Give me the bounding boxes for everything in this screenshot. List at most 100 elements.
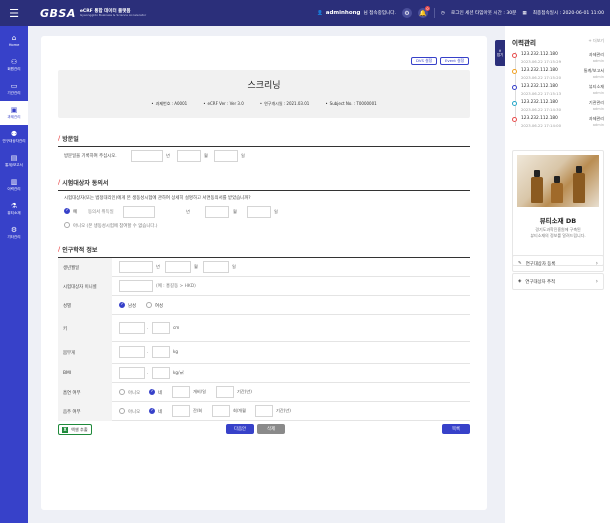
dot-icon	[512, 117, 517, 122]
nav-item-subjects[interactable]: ⚉ 연구대상자관리	[0, 125, 28, 149]
nav-item-members[interactable]: ⚇ 회원관리	[0, 53, 28, 77]
notification-count: 0	[424, 6, 430, 11]
drinking-yes-label: 네	[158, 410, 163, 415]
section-visit-title: / 방문일	[58, 135, 79, 143]
menu-toggle-button[interactable]: ☰	[0, 0, 28, 26]
dot-icon	[512, 85, 517, 90]
female-label: 여성	[155, 304, 164, 309]
nav-item-home[interactable]: ⌂ Home	[0, 29, 28, 53]
table-row: 시험대상자 이니셜 (예 : 홍길동 > HKD)	[58, 277, 470, 296]
nav-item-stats[interactable]: ▤ 통계/보고서	[0, 149, 28, 173]
visit-day-input[interactable]	[214, 150, 238, 162]
slash-icon: /	[58, 246, 61, 253]
visit-prompt: 방문일을 기록하여 주십시오.	[64, 154, 117, 159]
birth-month-input[interactable]	[165, 261, 191, 273]
bmi-int-input[interactable]	[119, 367, 145, 379]
chevron-right-icon: ›	[595, 278, 598, 285]
sex-male-radio[interactable]	[119, 302, 125, 308]
subject-tracking-link[interactable]: ◈ 연구대상자 추적 ›	[512, 273, 604, 290]
greeting-text: 님 접속중입니다.	[363, 11, 396, 16]
unit-year: 년	[166, 153, 170, 158]
height-int-input[interactable]	[119, 322, 145, 334]
history-item[interactable]: 123.232.112.180 2023.06.22 17:15:20 통계/보…	[512, 68, 604, 83]
spacer	[163, 206, 183, 218]
layers-icon: ◈	[518, 279, 522, 284]
birth-year-input[interactable]	[119, 261, 153, 273]
nav-item-institutions[interactable]: ▭ 기관관리	[0, 77, 28, 101]
drinking-yes-radio[interactable]	[149, 408, 155, 414]
save-button[interactable]: 다음안	[226, 424, 254, 434]
drinking-years-input[interactable]	[255, 405, 273, 417]
initial-label: 시험대상자 이니셜	[58, 277, 112, 296]
weight-int-input[interactable]	[119, 346, 145, 358]
nav-item-projects[interactable]: ▣ 과제관리	[0, 101, 28, 125]
history-icon: ▥	[10, 177, 18, 186]
consent-day-input[interactable]	[247, 206, 271, 218]
drinking-no-label: 아니오	[128, 410, 141, 415]
nav-item-history[interactable]: ▥ 이력관리	[0, 173, 28, 197]
divider	[433, 8, 435, 18]
subject-register-link[interactable]: ✎ 연구대상자 등록 ›	[512, 255, 604, 272]
birthdate-label: 생년월일	[58, 258, 112, 277]
unit-cm: cm	[173, 325, 180, 330]
visit-year-input[interactable]	[131, 150, 163, 162]
consent-month-input[interactable]	[205, 206, 229, 218]
consent-no-radio[interactable]	[64, 222, 70, 228]
history-item[interactable]: 123.232.112.180 2023.06.22 17:14:30 기관관리…	[512, 100, 604, 115]
settings-button[interactable]: ⚙	[401, 8, 412, 18]
username: adminhong	[325, 10, 361, 16]
divider	[58, 146, 470, 147]
dvs-settings-button[interactable]: DVS 설정	[411, 57, 438, 65]
smoking-no-radio[interactable]	[119, 389, 125, 395]
smoking-amount-input[interactable]	[172, 386, 190, 398]
smoking-years-input[interactable]	[216, 386, 234, 398]
promo-description: 경기도과학진흥원에 구축된 뷰티소재의 정보를 알려드립니다.	[530, 227, 586, 238]
drinking-label: 음주 여부	[58, 402, 112, 421]
history-item[interactable]: 123.232.112.180 2023.06.22 17:15:13 뷰티소재…	[512, 84, 604, 99]
weight-label: 몸무게	[58, 342, 112, 364]
hamburger-icon: ☰	[9, 6, 19, 20]
table-row: BMI . kg/㎡	[58, 364, 470, 383]
consent-date-label: 동의서 취득일	[88, 210, 114, 215]
birth-day-input[interactable]	[203, 261, 229, 273]
delete-button[interactable]: 삭제	[257, 424, 285, 434]
excel-export-button[interactable]: X 엑셀 추출	[58, 424, 92, 435]
panel-fold-button[interactable]: ✕ 접기	[495, 40, 505, 66]
beauty-db-card[interactable]: 뷰티소재 DB 경기도과학진흥원에 구축된 뷰티소재의 정보를 알려드립니다.	[512, 150, 604, 266]
visit-month-input[interactable]	[177, 150, 201, 162]
consent-yes-radio[interactable]	[64, 208, 70, 214]
decimal-point: .	[147, 349, 149, 354]
sex-label: 성별	[58, 296, 112, 315]
more-link[interactable]: + 더보기	[588, 38, 604, 44]
unit-years: 기간(년)	[237, 389, 252, 394]
event-settings-button[interactable]: Event 설정	[440, 57, 470, 65]
initial-input[interactable]	[119, 280, 153, 292]
drinking-no-radio[interactable]	[119, 408, 125, 414]
unit-cigs-per-day: 개비/일	[193, 389, 206, 394]
smoking-yes-radio[interactable]	[149, 389, 155, 395]
drinking-amount-input[interactable]	[172, 405, 190, 417]
consent-year-input[interactable]	[123, 206, 155, 218]
unit-times-month: 회/개월	[233, 408, 246, 413]
height-dec-input[interactable]	[152, 322, 170, 334]
list-button[interactable]: 목록	[442, 424, 470, 434]
consent-yes-label: 예	[73, 210, 78, 215]
folder-icon: ▣	[10, 105, 18, 114]
history-item[interactable]: 123.232.112.180 2023.06.22 17:14:00 과제관리…	[512, 116, 604, 131]
user-info[interactable]: 👤 adminhong 님 접속중입니다.	[317, 10, 396, 16]
history-item[interactable]: 123.232.112.180 2023.06.22 17:15:29 과제관리…	[512, 52, 604, 67]
drinking-freq-input[interactable]	[212, 405, 230, 417]
notification-button[interactable]: 🔔 0	[417, 6, 430, 18]
main-card: DVS 설정 Event 설정 스크리닝 과제번호 : A0001 eCRF V…	[41, 36, 487, 510]
weight-dec-input[interactable]	[152, 346, 170, 358]
sex-female-radio[interactable]	[146, 302, 152, 308]
slash-icon: /	[58, 135, 61, 142]
nav-item-etc[interactable]: ⚙ 기타관리	[0, 221, 28, 245]
logo[interactable]: GBSA	[40, 7, 76, 20]
bmi-dec-input[interactable]	[152, 367, 170, 379]
last-login-text: 최종접속일시 : 2020-06-01 11:00	[532, 11, 604, 16]
project-number: 과제번호 : A0001	[151, 101, 188, 107]
nav-item-beauty[interactable]: ⚗ 뷰티소재	[0, 197, 28, 221]
dot-icon	[512, 69, 517, 74]
unit-day: 일	[241, 153, 245, 158]
